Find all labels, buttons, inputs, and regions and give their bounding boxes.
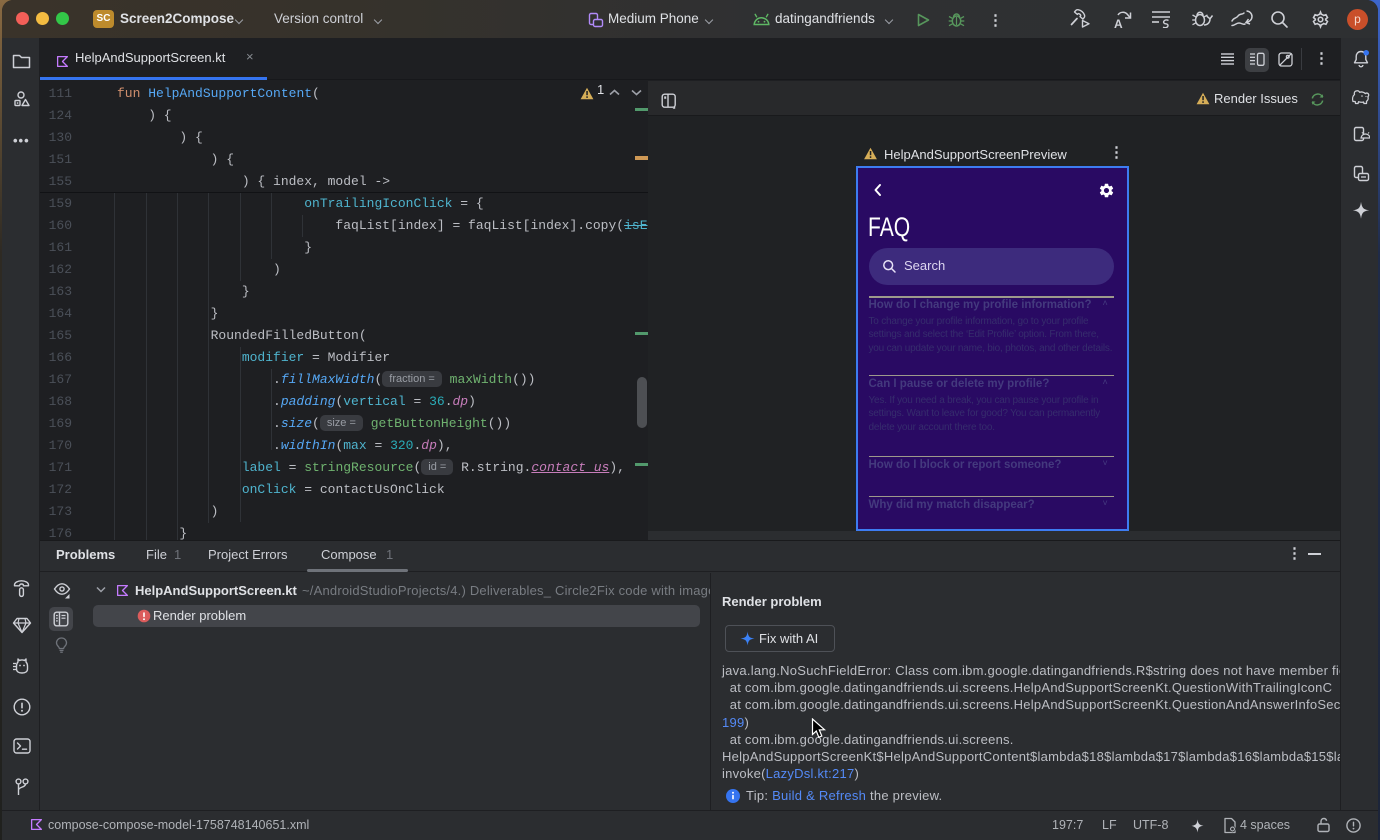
svg-text:A: A [1114,17,1123,30]
